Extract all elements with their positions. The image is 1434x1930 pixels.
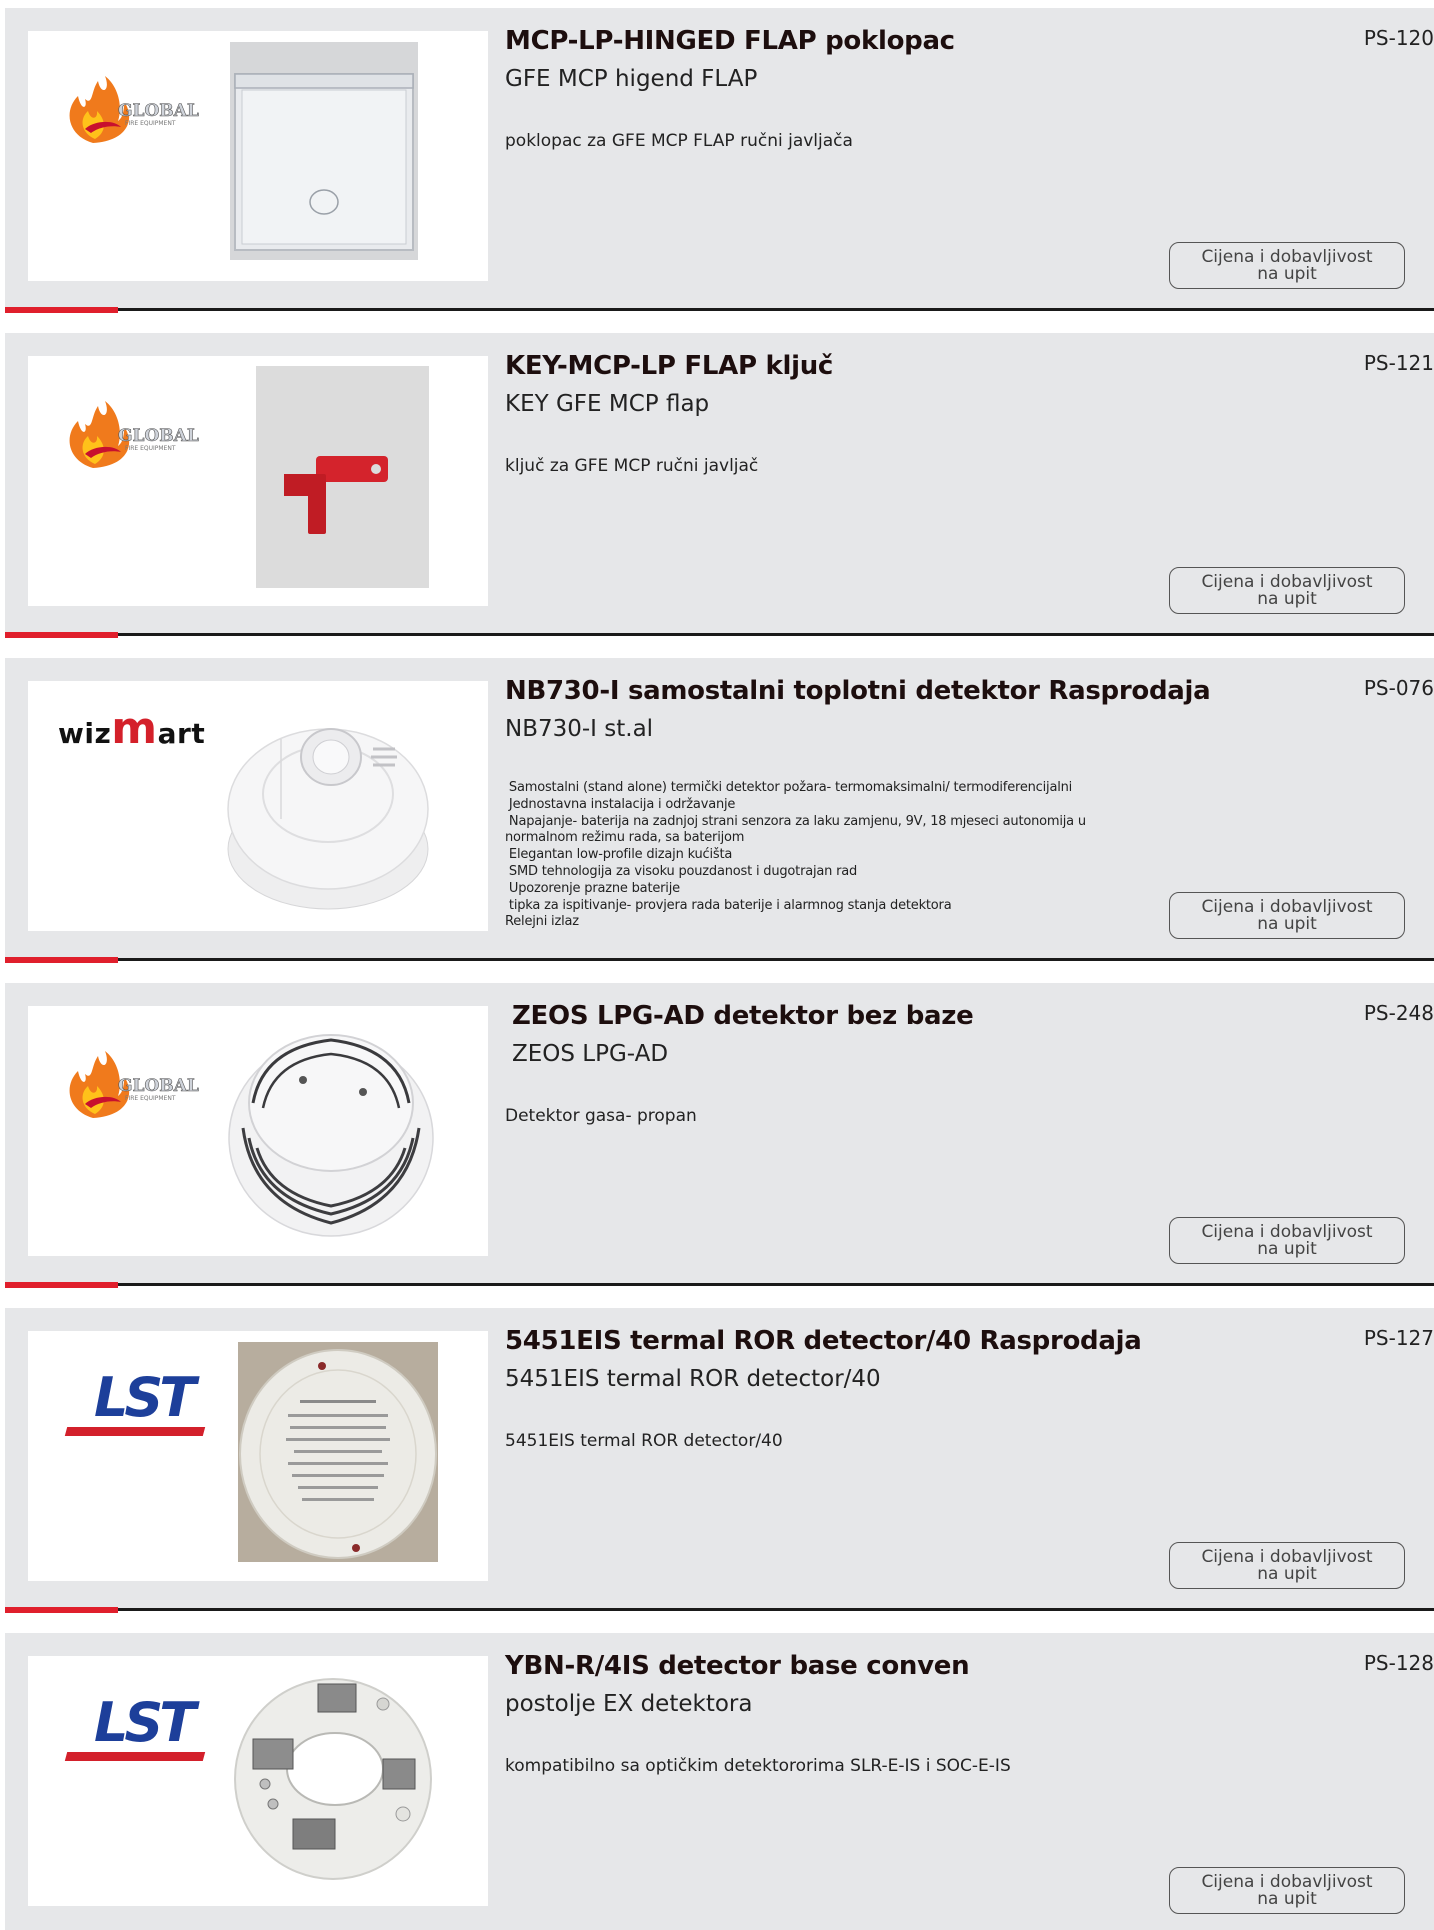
price-availability-button[interactable]: Cijena i dobavljivost na upit xyxy=(1169,1542,1405,1589)
product-image-box: GLOBAL FIRE EQUIPMENT xyxy=(28,31,488,281)
divider-accent xyxy=(5,632,118,638)
svg-text:GLOBAL: GLOBAL xyxy=(118,1076,199,1096)
product-image-box: LST xyxy=(28,1331,488,1581)
detector-base-image xyxy=(223,1664,438,1884)
card-divider xyxy=(5,1282,1434,1288)
product-subtitle: KEY GFE MCP flap xyxy=(505,391,710,417)
product-title: MCP-LP-HINGED FLAP poklopac xyxy=(505,26,955,56)
price-availability-button[interactable]: Cijena i dobavljivost na upit xyxy=(1169,1217,1405,1264)
wizmart-logo: wizmart xyxy=(58,703,206,754)
product-description: kompatibilno sa optičkim detektororima S… xyxy=(505,1756,1011,1776)
price-availability-button[interactable]: Cijena i dobavljivost na upit xyxy=(1169,1867,1405,1914)
button-label: na upit xyxy=(1257,1564,1317,1584)
price-availability-button[interactable]: Cijena i dobavljivost na upit xyxy=(1169,242,1405,289)
divider-accent xyxy=(5,1282,118,1288)
product-code: PS-076 xyxy=(1363,676,1434,700)
product-card: GLOBAL FIRE EQUIPMENT ZEOS LPG-AD detekt… xyxy=(5,983,1434,1286)
global-fire-equipment-logo: GLOBAL FIRE EQUIPMENT xyxy=(69,1051,199,1118)
thermal-detector-image xyxy=(238,1342,438,1562)
divider-accent xyxy=(5,957,118,963)
svg-text:GLOBAL: GLOBAL xyxy=(118,101,199,121)
product-description: Samostalni (stand alone) termički detekt… xyxy=(505,780,1086,930)
product-description: 5451EIS termal ROR detector/40 xyxy=(505,1431,783,1451)
product-title: ZEOS LPG-AD detektor bez baze xyxy=(512,1001,974,1031)
svg-text:FIRE EQUIPMENT: FIRE EQUIPMENT xyxy=(125,445,176,452)
product-title: NB730-I samostalni toplotni detektor Ras… xyxy=(505,676,1211,706)
divider-accent xyxy=(5,307,118,313)
product-code: PS-121 xyxy=(1363,351,1434,375)
button-label: na upit xyxy=(1257,264,1317,284)
card-divider xyxy=(5,957,1434,963)
product-subtitle: ZEOS LPG-AD xyxy=(512,1041,669,1067)
svg-text:FIRE EQUIPMENT: FIRE EQUIPMENT xyxy=(125,1095,176,1102)
lst-logo: LST xyxy=(64,1371,206,1451)
button-label: na upit xyxy=(1257,589,1317,609)
divider-accent xyxy=(5,1607,118,1613)
svg-text:FIRE EQUIPMENT: FIRE EQUIPMENT xyxy=(125,120,176,127)
price-availability-button[interactable]: Cijena i dobavljivost na upit xyxy=(1169,567,1405,614)
product-description: poklopac za GFE MCP FLAP ručni javljača xyxy=(505,131,853,151)
flap-key-image xyxy=(256,366,429,588)
gas-detector-image xyxy=(223,1018,443,1243)
product-subtitle: NB730-I st.al xyxy=(505,716,654,742)
product-code: PS-248 xyxy=(1363,1001,1434,1025)
product-code: PS-120 xyxy=(1363,26,1434,50)
product-card: GLOBAL FIRE EQUIPMENT KEY-MCP-LP FLAP kl… xyxy=(5,333,1434,636)
product-card: wizmart NB730-I samostalni toplotni dete… xyxy=(5,658,1434,961)
button-label: na upit xyxy=(1257,914,1317,934)
heat-detector-image xyxy=(223,699,433,921)
product-card: LST YBN-R/4IS detector base conven posto… xyxy=(5,1633,1434,1930)
product-title: 5451EIS termal ROR detector/40 Rasprodaj… xyxy=(505,1326,1142,1356)
product-image-box: wizmart xyxy=(28,681,488,931)
card-divider xyxy=(5,1607,1434,1613)
button-label: na upit xyxy=(1257,1239,1317,1259)
global-fire-equipment-logo: GLOBAL FIRE EQUIPMENT xyxy=(69,76,199,143)
product-description: ključ za GFE MCP ručni javljač xyxy=(505,456,759,476)
svg-text:GLOBAL: GLOBAL xyxy=(118,426,199,446)
product-card: GLOBAL FIRE EQUIPMENT MCP-LP-HINGED FLAP… xyxy=(5,8,1434,311)
hinged-flap-cover-image xyxy=(230,42,418,260)
lst-logo: LST xyxy=(64,1696,206,1776)
global-fire-equipment-logo: GLOBAL FIRE EQUIPMENT xyxy=(69,401,199,468)
product-image-box: LST xyxy=(28,1656,488,1906)
product-subtitle: 5451EIS termal ROR detector/40 xyxy=(505,1366,881,1392)
product-image-box: GLOBAL FIRE EQUIPMENT xyxy=(28,356,488,606)
product-subtitle: GFE MCP higend FLAP xyxy=(505,66,758,92)
card-divider xyxy=(5,632,1434,638)
product-title: YBN-R/4IS detector base conven xyxy=(505,1651,970,1681)
product-subtitle: postolje EX detektora xyxy=(505,1691,753,1717)
product-title: KEY-MCP-LP FLAP ključ xyxy=(505,351,834,381)
product-code: PS-128 xyxy=(1363,1651,1434,1675)
product-code: PS-127 xyxy=(1363,1326,1434,1350)
product-card: LST 5451EIS termal ROR detector/40 Raspr… xyxy=(5,1308,1434,1611)
button-label: na upit xyxy=(1257,1889,1317,1909)
product-description: Detektor gasa- propan xyxy=(505,1106,697,1126)
price-availability-button[interactable]: Cijena i dobavljivost na upit xyxy=(1169,892,1405,939)
card-divider xyxy=(5,307,1434,313)
product-image-box: GLOBAL FIRE EQUIPMENT xyxy=(28,1006,488,1256)
